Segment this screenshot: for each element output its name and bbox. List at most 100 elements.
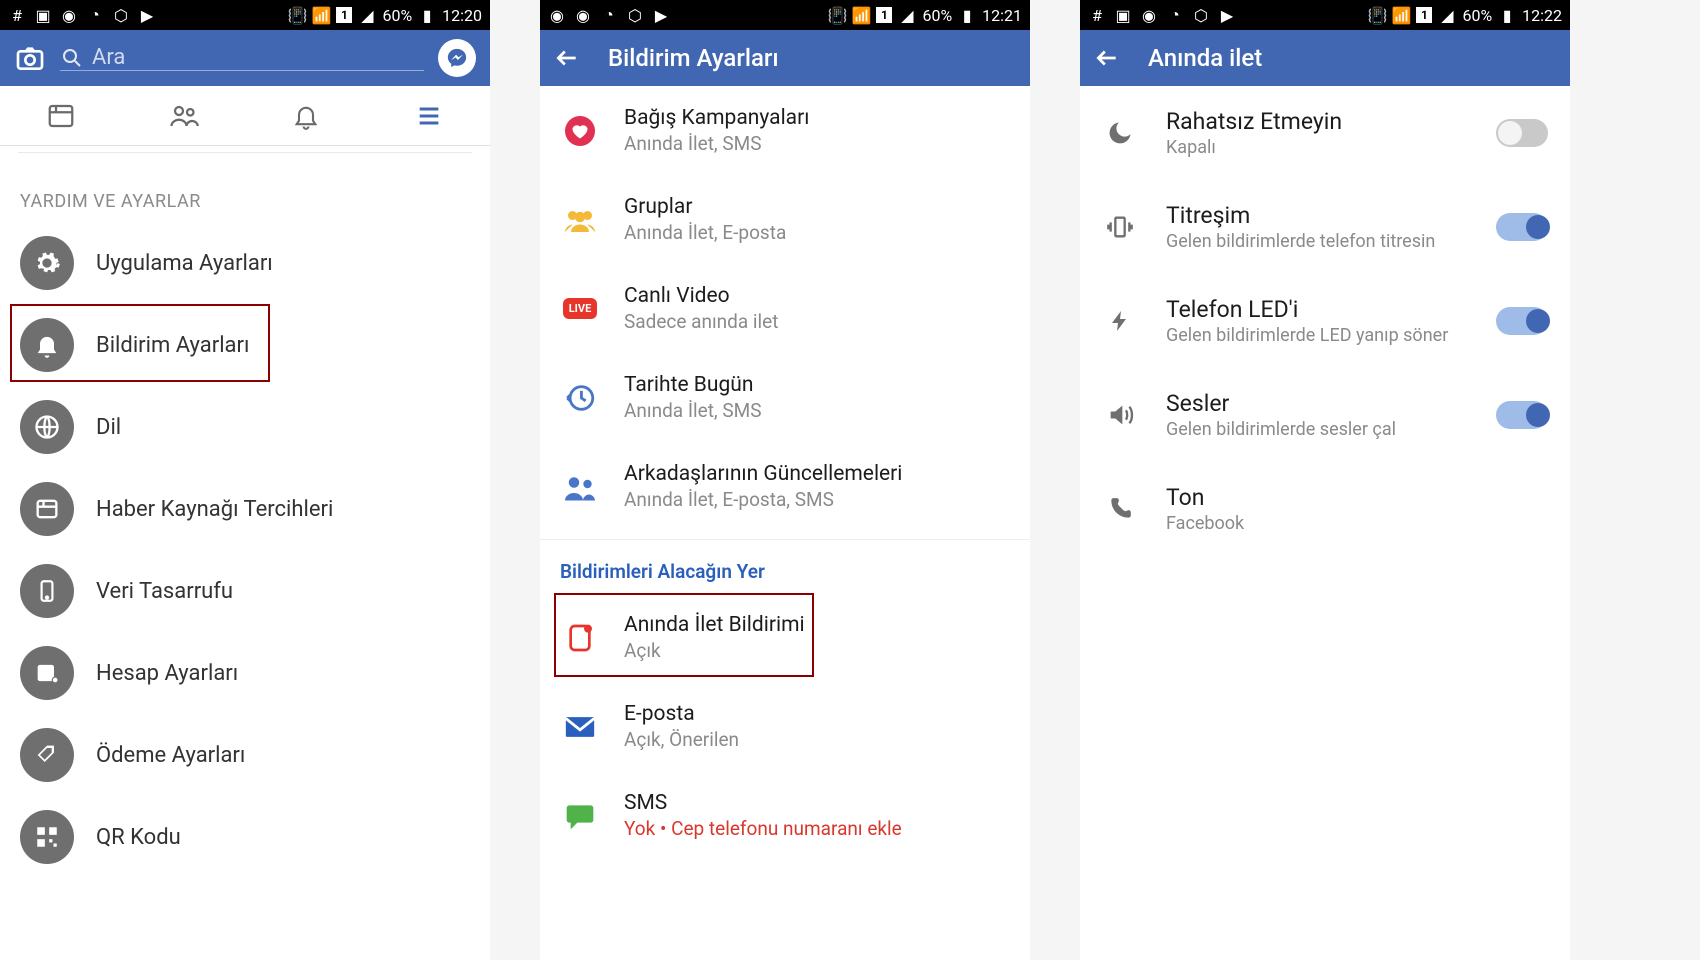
friends-icon [560, 467, 600, 507]
fb-toolbar: Anında ilet [1080, 30, 1570, 86]
menu-label: QR Kodu [96, 825, 181, 850]
language-item[interactable]: Dil [0, 386, 490, 468]
friends-updates-item[interactable]: Arkadaşlarının Güncellemeleri Anında İle… [540, 442, 1030, 531]
sync-icon: ◉ [1140, 6, 1158, 24]
payment-settings-item[interactable]: Ödeme Ayarları [0, 714, 490, 796]
search-placeholder: Ara [92, 45, 125, 70]
menu-label: Ödeme Ayarları [96, 743, 245, 768]
account-icon [20, 646, 74, 700]
menu-label: Hesap Ayarları [96, 661, 238, 686]
app-settings-item[interactable]: Uygulama Ayarları [0, 222, 490, 304]
wifi-icon: 📶 [852, 6, 870, 24]
tab-friends[interactable] [123, 101, 246, 131]
push-title: Titreşim [1166, 202, 1496, 229]
tab-notifications[interactable] [245, 101, 368, 131]
shield-icon: ⬡ [112, 6, 130, 24]
led-toggle[interactable] [1496, 307, 1548, 335]
battery-icon: ▮ [418, 6, 436, 24]
push-title: Rahatsız Etmeyin [1166, 108, 1496, 135]
newsfeed-preferences-item[interactable]: Haber Kaynağı Tercihleri [0, 468, 490, 550]
donation-campaigns-item[interactable]: Bağış Kampanyaları Anında İlet, SMS [540, 86, 1030, 175]
dnd-toggle[interactable] [1496, 119, 1548, 147]
image-icon: ▣ [1114, 6, 1132, 24]
tone-item[interactable]: Ton Facebook [1080, 462, 1570, 556]
sync-icon: ◉ [548, 6, 566, 24]
data-saver-item[interactable]: Veri Tasarrufu [0, 550, 490, 632]
heart-icon [560, 111, 600, 151]
push-sub: Gelen bildirimlerde sesler çal [1166, 419, 1496, 440]
clock: 12:22 [1522, 6, 1562, 25]
signal-icon: ◢ [358, 6, 376, 24]
tab-menu[interactable] [368, 101, 491, 131]
groups-item[interactable]: Gruplar Anında İlet, E-posta [540, 175, 1030, 264]
search-icon [60, 46, 84, 70]
push-sub: Facebook [1166, 513, 1548, 534]
play-icon: ▶ [1218, 6, 1236, 24]
camera-icon[interactable] [14, 42, 46, 74]
pie-icon: ◔ [600, 6, 618, 24]
header-title: Anında ilet [1148, 44, 1262, 72]
sim-indicator: 1 [336, 7, 352, 23]
battery-text: 60% [382, 6, 412, 25]
wifi-icon: 📶 [312, 6, 330, 24]
status-bar: ◉ ◉ ◔ ⬡ ▶ 📳 📶 1 ◢ 60% ▮ 12:21 [540, 0, 1030, 30]
speaker-icon [1102, 401, 1138, 429]
vibrate-toggle[interactable] [1496, 213, 1548, 241]
push-sub: Gelen bildirimlerde telefon titresin [1166, 231, 1496, 252]
set-sub: Anında İlet, E-posta [624, 221, 786, 244]
battery-icon: ▮ [1498, 6, 1516, 24]
tab-feed[interactable] [0, 101, 123, 131]
sms-item[interactable]: SMS Yok • Cep telefonu numaranı ekle [540, 771, 1030, 860]
account-settings-item[interactable]: Hesap Ayarları [0, 632, 490, 714]
clock: 12:21 [982, 6, 1022, 25]
highlight-box [554, 593, 814, 677]
set-sub: Anında İlet, SMS [624, 399, 762, 422]
bolt-icon [1102, 306, 1138, 336]
status-bar: # ▣ ◉ ◔ ⬡ ▶ 📳 📶 1 ◢ 60% ▮ 12:22 [1080, 0, 1570, 30]
mail-icon [560, 707, 600, 747]
qr-code-item[interactable]: QR Kodu [0, 796, 490, 878]
vibrate-item[interactable]: Titreşim Gelen bildirimlerde telefon tit… [1080, 180, 1570, 274]
feed-icon [20, 482, 74, 536]
shield-icon: ⬡ [626, 6, 644, 24]
do-not-disturb-item[interactable]: Rahatsız Etmeyin Kapalı [1080, 86, 1570, 180]
push-sub: Kapalı [1166, 137, 1496, 158]
search-input[interactable]: Ara [60, 45, 424, 71]
set-sub: Anında İlet, E-posta, SMS [624, 488, 902, 511]
set-title: Bağış Kampanyaları [624, 106, 809, 130]
hash-icon: # [1088, 6, 1106, 24]
help-settings-header: YARDIM VE AYARLAR [0, 159, 490, 222]
signal-icon: ◢ [898, 6, 916, 24]
sync2-icon: ◉ [574, 6, 592, 24]
settings-menu: Uygulama Ayarları Bildirim Ayarları Dil [0, 222, 490, 878]
vibrate-icon: 📳 [288, 6, 306, 24]
set-sub: Sadece anında ilet [624, 310, 778, 333]
email-item[interactable]: E-posta Açık, Önerilen [540, 682, 1030, 771]
group-icon [560, 200, 600, 240]
phone-led-item[interactable]: Telefon LED'i Gelen bildirimlerde LED ya… [1080, 274, 1570, 368]
phone-handset-icon [1102, 496, 1138, 522]
sounds-toggle[interactable] [1496, 401, 1548, 429]
messenger-button[interactable] [438, 39, 476, 77]
tag-icon [20, 728, 74, 782]
qr-icon [20, 810, 74, 864]
sync-icon: ◉ [60, 6, 78, 24]
on-this-day-item[interactable]: Tarihte Bugün Anında İlet, SMS [540, 353, 1030, 442]
set-title: Tarihte Bugün [624, 373, 762, 397]
highlight-box [10, 304, 270, 382]
signal-icon: ◢ [1438, 6, 1456, 24]
push-title: Telefon LED'i [1166, 296, 1496, 323]
set-title: E-posta [624, 702, 739, 726]
back-button[interactable] [554, 45, 580, 71]
sounds-item[interactable]: Sesler Gelen bildirimlerde sesler çal [1080, 368, 1570, 462]
play-icon: ▶ [138, 6, 156, 24]
shield-icon: ⬡ [1192, 6, 1210, 24]
sms-icon [560, 796, 600, 836]
set-title: Arkadaşlarının Güncellemeleri [624, 462, 902, 486]
back-button[interactable] [1094, 45, 1120, 71]
battery-text: 60% [922, 6, 952, 25]
menu-label: Dil [96, 415, 121, 440]
menu-label: Veri Tasarrufu [96, 579, 233, 604]
live-video-item[interactable]: LIVE Canlı Video Sadece anında ilet [540, 264, 1030, 353]
moon-icon [1102, 119, 1138, 147]
